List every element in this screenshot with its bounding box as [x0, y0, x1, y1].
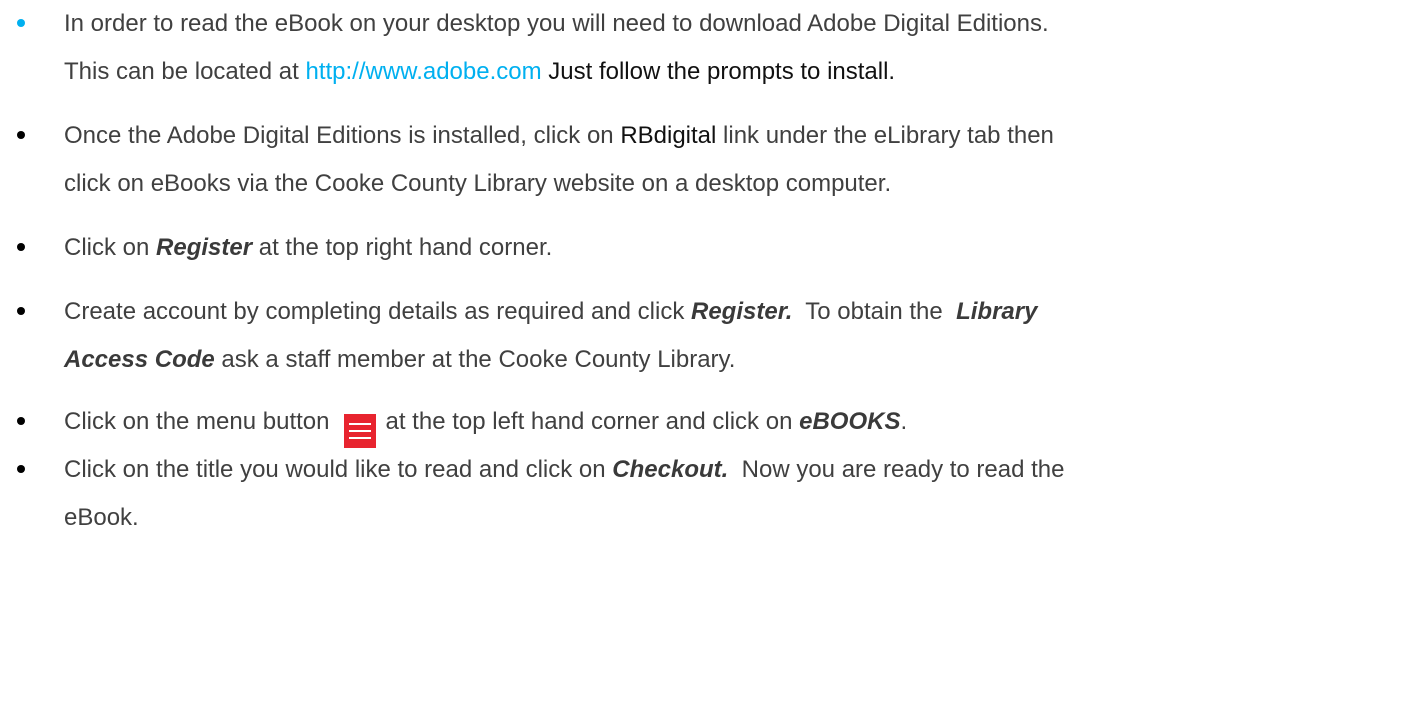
item4-line2: Access Code ask a staff member at the Co… — [64, 336, 1405, 384]
item6-line1-after: Now you are ready to read the — [728, 456, 1065, 483]
list-item-create-account: Create account by completing details as … — [0, 288, 1405, 384]
item6-line1-before: Click on the title you would like to rea… — [64, 456, 613, 483]
item3-line: Click on Register at the top right hand … — [64, 224, 1405, 272]
item2-line1-after: link under the eLibrary tab then — [716, 122, 1054, 149]
list-item-checkout: Click on the title you would like to rea… — [0, 446, 1405, 542]
adobe-link[interactable]: http://www.adobe.com — [305, 58, 541, 85]
item3-after: at the top right hand corner. — [252, 234, 553, 261]
list-item-download-ade: In order to read the eBook on your deskt… — [0, 0, 1405, 96]
item4-line1-mid: To obtain the — [792, 298, 957, 325]
item2-line2: click on eBooks via the Cooke County Lib… — [64, 170, 892, 197]
bullet-icon — [17, 19, 25, 27]
item6-line1: Click on the title you would like to rea… — [64, 446, 1405, 494]
item1-line2-after: Just follow the prompts to install. — [541, 58, 896, 85]
register-emphasis: Register — [156, 234, 253, 261]
bullet-icon — [17, 307, 25, 315]
item5-line: Click on the menu button at the top left … — [64, 398, 1405, 448]
item5-after: at the top left hand corner and click on — [385, 408, 800, 435]
item1-line2: This can be located at http://www.adobe.… — [64, 48, 1405, 96]
item1-line2-before: This can be located at — [64, 58, 306, 85]
list-item-rbdigital: Once the Adobe Digital Editions is insta… — [0, 112, 1405, 208]
bullet-icon — [17, 465, 25, 473]
item4-line2-after: ask a staff member at the Cooke County L… — [214, 346, 736, 373]
register-emphasis-2: Register. — [691, 298, 793, 325]
item4-line1: Create account by completing details as … — [64, 288, 1405, 336]
checkout-emphasis: Checkout. — [612, 456, 729, 483]
item4-line1-before: Create account by completing details as … — [64, 298, 691, 325]
ebooks-emphasis: eBOOKS — [799, 408, 901, 435]
bullet-icon — [17, 131, 25, 139]
item1-line1: In order to read the eBook on your deskt… — [64, 10, 1049, 37]
list-item-menu: Click on the menu button at the top left … — [0, 398, 1405, 448]
library-emphasis: Library — [956, 298, 1038, 325]
item2-line1-before: Once the Adobe Digital Editions is insta… — [64, 122, 621, 149]
item5-before: Click on the menu button — [64, 408, 330, 435]
rbdigital-link[interactable]: RBdigital — [620, 122, 716, 149]
item2-line1: Once the Adobe Digital Editions is insta… — [64, 112, 1405, 160]
item5-period: . — [900, 408, 908, 435]
item3-before: Click on — [64, 234, 157, 261]
list-item-register: Click on Register at the top right hand … — [0, 224, 1405, 272]
instruction-list: In order to read the eBook on your deskt… — [0, 0, 1405, 542]
item6-line2: eBook. — [64, 504, 139, 531]
document-page: In order to read the eBook on your deskt… — [0, 0, 1405, 705]
access-code-emphasis: Access Code — [64, 346, 215, 373]
bullet-icon — [17, 243, 25, 251]
hamburger-menu-icon — [343, 413, 376, 448]
bullet-icon — [17, 417, 25, 425]
